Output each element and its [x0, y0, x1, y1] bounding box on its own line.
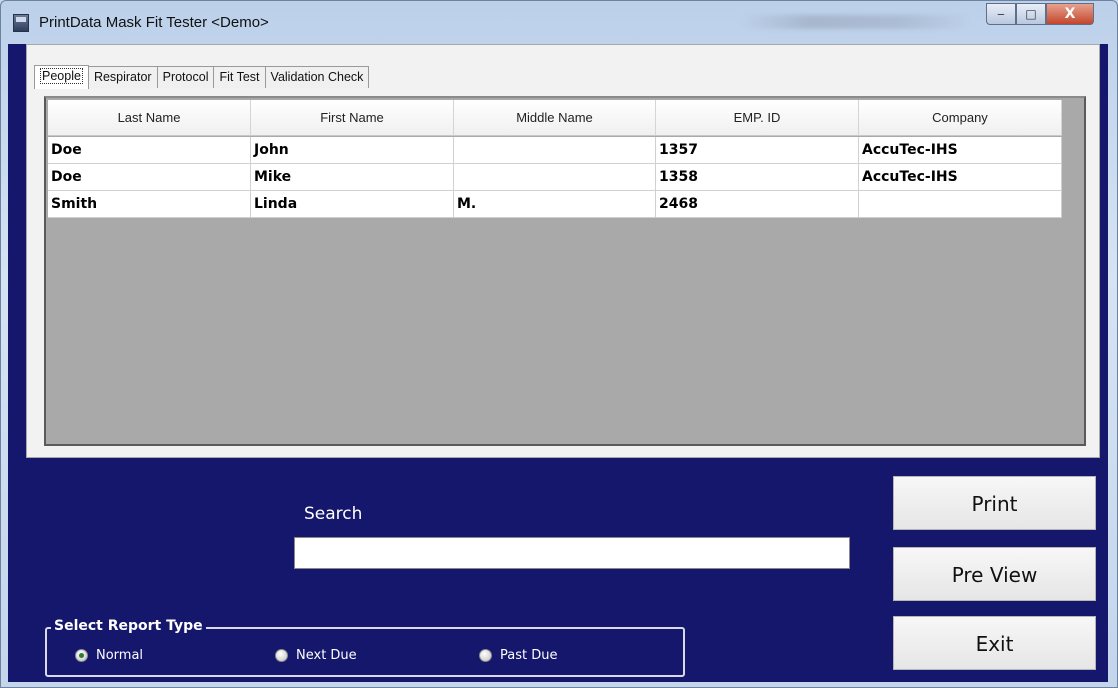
grid-rows: Doe John 1357 AccuTec-IHS Doe Mike 1358 …: [48, 137, 1062, 218]
radio-unselected-icon: [275, 649, 288, 662]
cell-emp-id[interactable]: 1358: [656, 164, 859, 191]
radio-selected-icon: [75, 649, 88, 662]
table-row[interactable]: Doe Mike 1358 AccuTec-IHS: [48, 164, 1062, 191]
column-header-middle-name[interactable]: Middle Name: [454, 100, 656, 136]
cell-first-name[interactable]: Linda: [251, 191, 454, 218]
search-label: Search: [304, 504, 363, 524]
cell-last-name[interactable]: Doe: [48, 164, 251, 191]
tab-strip: People Respirator Protocol Fit Test Vali…: [34, 65, 370, 89]
tab-people[interactable]: People: [34, 65, 89, 89]
print-button[interactable]: Print: [893, 476, 1096, 530]
tab-fit-test[interactable]: Fit Test: [213, 66, 266, 88]
exit-button[interactable]: Exit: [893, 616, 1096, 670]
cell-emp-id[interactable]: 1357: [656, 137, 859, 164]
preview-button[interactable]: Pre View: [893, 547, 1096, 601]
people-grid[interactable]: Last Name First Name Middle Name EMP. ID…: [44, 96, 1086, 446]
cell-last-name[interactable]: Smith: [48, 191, 251, 218]
cell-middle-name[interactable]: [454, 137, 656, 164]
column-header-emp-id[interactable]: EMP. ID: [656, 100, 859, 136]
close-button[interactable]: X: [1046, 3, 1094, 25]
radio-unselected-icon: [479, 649, 492, 662]
search-input[interactable]: [294, 537, 850, 569]
window-controls: ‒ □ X: [986, 3, 1094, 25]
cell-company[interactable]: AccuTec-IHS: [859, 164, 1062, 191]
title-bar: PrintData Mask Fit Tester <Demo> ‒ □ X: [1, 1, 1117, 45]
cell-middle-name[interactable]: M.: [454, 191, 656, 218]
tab-validation-check[interactable]: Validation Check: [264, 66, 370, 88]
cell-company[interactable]: [859, 191, 1062, 218]
cell-middle-name[interactable]: [454, 164, 656, 191]
minimize-button[interactable]: ‒: [986, 3, 1016, 25]
cell-last-name[interactable]: Doe: [48, 137, 251, 164]
title-bar-blurred-text: [741, 15, 971, 29]
column-header-last-name[interactable]: Last Name: [48, 100, 251, 136]
cell-emp-id[interactable]: 2468: [656, 191, 859, 218]
app-icon: [13, 14, 29, 32]
report-type-group: Select Report Type Normal Next Due Past …: [45, 618, 685, 677]
cell-first-name[interactable]: Mike: [251, 164, 454, 191]
window-title: PrintData Mask Fit Tester <Demo>: [39, 14, 269, 31]
radio-normal-label: Normal: [96, 648, 144, 663]
tab-respirator[interactable]: Respirator: [87, 66, 158, 88]
table-row[interactable]: Smith Linda M. 2468: [48, 191, 1062, 218]
maximize-button[interactable]: □: [1016, 3, 1046, 25]
radio-normal[interactable]: Normal: [75, 648, 143, 663]
report-type-legend: Select Report Type: [51, 618, 206, 634]
radio-next-due[interactable]: Next Due: [275, 648, 357, 663]
cell-company[interactable]: AccuTec-IHS: [859, 137, 1062, 164]
grid-header: Last Name First Name Middle Name EMP. ID…: [48, 100, 1062, 136]
table-row[interactable]: Doe John 1357 AccuTec-IHS: [48, 137, 1062, 164]
tab-people-label: People: [40, 68, 83, 84]
radio-past-due[interactable]: Past Due: [479, 648, 557, 663]
radio-next-due-label: Next Due: [296, 648, 357, 663]
column-header-first-name[interactable]: First Name: [251, 100, 454, 136]
tab-protocol[interactable]: Protocol: [156, 66, 215, 88]
column-header-company[interactable]: Company: [859, 100, 1062, 136]
cell-first-name[interactable]: John: [251, 137, 454, 164]
radio-past-due-label: Past Due: [500, 648, 558, 663]
